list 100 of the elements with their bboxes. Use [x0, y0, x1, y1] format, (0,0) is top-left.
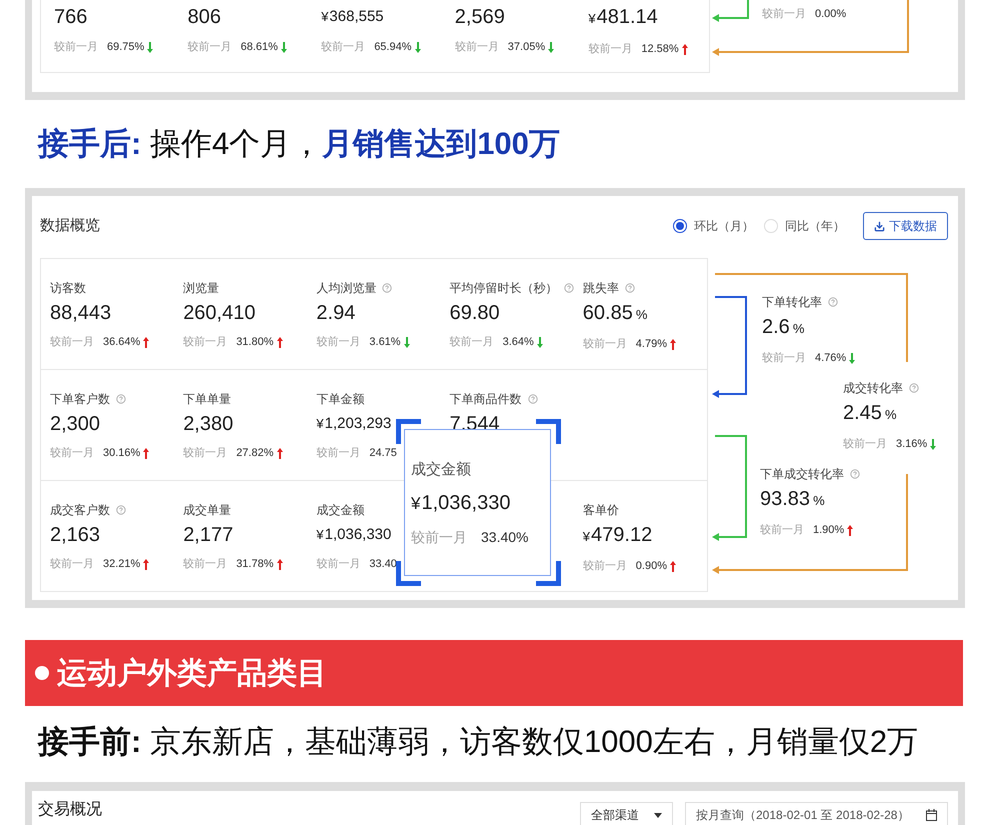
compare-label: 较前一月 [760, 523, 804, 538]
change-value: 69.75% [107, 40, 144, 55]
help-icon[interactable] [828, 297, 838, 307]
metric-value: 2,300 [50, 412, 100, 437]
metric-label: 成交单量 [183, 502, 232, 519]
compare-label: 较前一月 [450, 335, 494, 350]
radio-option[interactable]: 环比（月） [673, 217, 754, 235]
metric-label: 下单单量 [183, 391, 232, 408]
change-value: 31.78% [236, 557, 274, 572]
help-icon[interactable] [116, 394, 126, 404]
change-value: 4.79% [636, 337, 667, 352]
change-value: 0.00% [815, 7, 846, 22]
date-field[interactable]: 按月查询（2018-02-01 至 2018-02-28） [685, 802, 948, 825]
metric-value: 88,443 [50, 301, 112, 326]
radio-option[interactable]: 同比（年） [764, 217, 845, 235]
change-value: 32.21% [103, 557, 140, 572]
compare-label: 较前一月 [316, 557, 360, 572]
change-value: 31.80% [236, 335, 274, 350]
metric-value: 93.83% [760, 487, 825, 512]
change-value: 3.61% [369, 335, 401, 350]
metric-value: ¥479.12 [582, 523, 652, 548]
calendar-icon [926, 809, 937, 821]
metric-label: 成交转化率 [843, 380, 903, 397]
change-value: 68.61% [240, 40, 278, 55]
metric-value: ¥368,555 [321, 7, 384, 27]
panel-title: 交易概况 [38, 801, 102, 819]
metric-value: 60.85% [582, 301, 648, 326]
metric-value: 2,380 [183, 412, 234, 437]
compare-label: 较前一月 [183, 557, 228, 572]
change-value: 0.90% [636, 559, 667, 574]
change-value: 37.05% [508, 40, 546, 55]
change-value: 27.82% [236, 446, 274, 461]
compare-label: 较前一月 [50, 557, 94, 572]
metric-label: 下单成交转化率 [760, 466, 844, 483]
popup-label: 成交金额 [411, 460, 471, 480]
download-icon [874, 220, 885, 232]
metric-value: 69.80 [450, 301, 500, 326]
compare-label: 较前一月 [183, 446, 228, 461]
channel-select[interactable]: 全部渠道 [580, 802, 673, 825]
change-value: 36.64% [103, 335, 140, 350]
metric-label: 下单转化率 [762, 294, 822, 311]
metric-label: 跳失率 [582, 280, 619, 297]
metric-value: 2,163 [50, 523, 100, 548]
metric-label: 人均浏览量 [316, 280, 376, 297]
metric-value: 2,177 [183, 523, 234, 548]
help-icon[interactable] [909, 383, 919, 393]
metric-label: 下单金额 [316, 391, 364, 408]
help-icon[interactable] [116, 505, 126, 515]
metric-value: 260,410 [183, 301, 256, 326]
compare-label: 较前一月 [316, 446, 360, 461]
metric-label: 客单价 [582, 502, 619, 519]
compare-label: 较前一月 [762, 351, 806, 366]
compare-label: 较前一月 [188, 40, 232, 55]
compare-label: 较前一月 [183, 335, 228, 350]
change-value: 4.76% [815, 351, 846, 366]
metric-label: 访客数 [50, 280, 86, 297]
metric-value: 766 [54, 5, 88, 30]
compare-label: 较前一月 [582, 337, 627, 352]
change-value: 65.94% [374, 40, 412, 55]
compare-label: 较前一月 [50, 446, 94, 461]
metric-value: 2,569 [454, 5, 505, 30]
change-value: 1.90% [813, 523, 844, 538]
banner-title: 运动户外类产品类目 [57, 656, 327, 692]
compare-label: 较前一月 [588, 42, 632, 57]
help-icon[interactable] [564, 283, 574, 293]
help-icon[interactable] [850, 469, 860, 479]
change-value: 12.58% [641, 42, 679, 57]
radio-circle[interactable] [673, 219, 687, 233]
change-value: 30.16% [103, 446, 140, 461]
metric-value: ¥481.14 [588, 5, 658, 30]
download-button[interactable]: 下载数据 [863, 212, 948, 240]
change-value: 33.40 [369, 557, 397, 572]
compare-label: 较前一月 [582, 559, 627, 574]
help-icon[interactable] [382, 283, 392, 293]
metric-value: 2.45% [843, 401, 896, 426]
metric-label: 下单客户数 [50, 391, 110, 408]
metric-value: 806 [188, 5, 221, 30]
compare-label: 较前一月 [411, 528, 467, 547]
help-icon[interactable] [624, 283, 635, 293]
metric-label: 成交金额 [316, 502, 364, 519]
metric-label: 平均停留时长（秒） [450, 280, 558, 297]
metric-label: 浏览量 [183, 280, 220, 297]
help-icon[interactable] [528, 394, 538, 404]
compare-label: 较前一月 [843, 437, 887, 452]
headline: 接手后: 操作4个月，月销售达到100万 [38, 124, 560, 163]
change-value: 3.16% [896, 437, 928, 452]
popup-value: ¥1,036,330 [411, 491, 510, 516]
compare-label: 较前一月 [316, 335, 360, 350]
change-value: 3.64% [502, 335, 534, 350]
metric-label: 下单商品件数 [450, 391, 522, 408]
headline: 接手前: 京东新店，基础薄弱，访客数仅1000左右，月销量仅2万 [38, 722, 918, 761]
compare-label: 较前一月 [762, 7, 806, 22]
compare-label: 较前一月 [321, 40, 366, 55]
change-value: 24.75 [369, 446, 397, 461]
metric-label: 成交客户数 [50, 502, 110, 519]
compare-label: 较前一月 [54, 40, 98, 55]
compare-label: 较前一月 [454, 40, 499, 55]
panel-title: 数据概览 [40, 216, 100, 236]
compare-label: 较前一月 [50, 335, 94, 350]
metric-value: ¥1,036,330 [316, 525, 392, 545]
